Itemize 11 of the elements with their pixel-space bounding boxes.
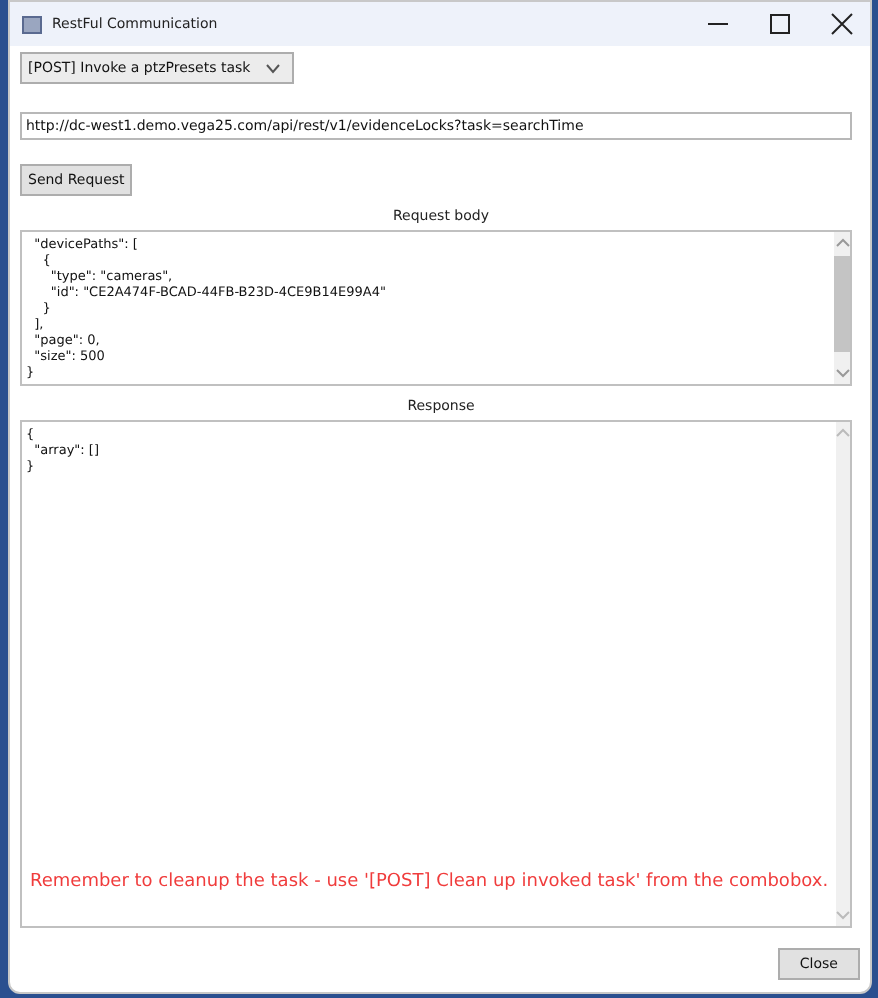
scroll-up-icon[interactable] — [836, 428, 851, 438]
close-icon[interactable] — [830, 12, 854, 36]
caret-icon — [266, 63, 281, 73]
scroll-up-icon[interactable] — [835, 238, 849, 248]
app-icon — [22, 15, 42, 33]
scrollbar[interactable] — [836, 422, 851, 926]
maximize-icon[interactable] — [768, 12, 792, 36]
cleanup-reminder: Remember to cleanup the task - use '[POST] Clean up invoked task' from the combobox. — [28, 872, 831, 896]
scroll-down-icon[interactable] — [836, 910, 851, 920]
scrollbar[interactable] — [834, 232, 850, 384]
scroll-down-icon[interactable] — [835, 368, 849, 378]
